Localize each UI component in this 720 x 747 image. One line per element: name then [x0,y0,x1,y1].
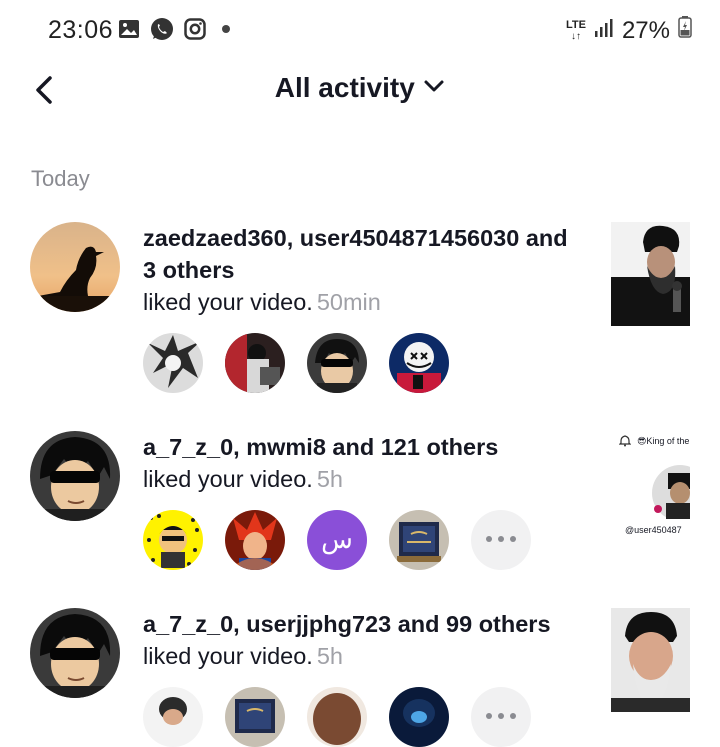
notification-users[interactable]: a_7_z_0, mwmi8 and 121 others [143,431,583,463]
notification-users[interactable]: a_7_z_0, userjjphg723 and 99 others [143,608,583,640]
page-title: All activity [274,72,415,103]
liker-avatars [143,333,449,393]
notification-action: liked your video. 50min [143,286,381,318]
instagram-icon [184,17,206,45]
liker-avatars [143,687,531,747]
dot-icon [216,19,236,44]
timestamp: 5h [316,643,343,669]
video-thumbnail[interactable] [611,222,690,326]
thumbnail-username: @user450487 [625,525,682,535]
status-time: 23:06 [48,16,114,44]
liker-avatars: س [143,510,531,570]
network-label: LTE [565,18,586,31]
liker-avatar[interactable] [389,333,449,393]
notification-action: liked your video. 5h [143,640,343,672]
notification-action: liked your video. 5h [143,463,343,495]
liker-avatar[interactable] [307,687,367,747]
avatar[interactable] [30,608,120,698]
more-likers-button[interactable] [471,510,531,570]
liker-avatar[interactable] [143,687,203,747]
timestamp: 5h [316,466,343,492]
bell-icon [618,434,632,452]
avatar[interactable] [30,431,120,521]
action-text: liked your video. [143,466,313,492]
liker-avatar[interactable]: س [307,510,367,570]
notification-users[interactable]: zaedzaed360, user4504871456030 and 3 oth… [143,222,583,286]
status-icons-left [118,17,236,46]
avatar-initial: س [321,525,353,555]
chevron-down-icon [423,78,445,99]
activity-filter-dropdown[interactable]: All activity [0,72,720,104]
liker-avatar[interactable] [307,333,367,393]
video-thumbnail[interactable]: 😎King of the @user450487 [611,431,690,535]
liker-avatar[interactable] [225,510,285,570]
thumbnail-profile-image [650,463,690,519]
header: All activity [0,62,720,122]
liker-avatar[interactable] [225,333,285,393]
action-text: liked your video. [143,643,313,669]
network-type: LTE ↓↑ [565,18,586,42]
liker-avatar[interactable] [389,510,449,570]
battery-icon [678,16,692,45]
liker-avatar[interactable] [143,333,203,393]
status-bar: 23:06 LTE ↓↑ 27% [0,0,720,62]
video-thumbnail[interactable] [611,608,690,712]
timestamp: 50min [316,289,381,315]
more-likers-button[interactable] [471,687,531,747]
liker-avatar[interactable] [143,510,203,570]
ellipsis-icon [484,531,518,549]
thumbnail-caption: 😎King of the [637,436,690,446]
battery-percent: 27% [621,16,670,44]
ellipsis-icon [484,708,518,726]
liker-avatar[interactable] [389,687,449,747]
section-label-today: Today [31,166,90,191]
gallery-icon [118,19,140,44]
liker-avatar[interactable] [225,687,285,747]
data-arrows-icon: ↓↑ [570,30,581,42]
signal-icon [594,17,614,45]
action-text: liked your video. [143,289,313,315]
status-icons-right: LTE ↓↑ 27% [566,16,692,45]
whatsapp-icon [150,17,174,46]
avatar[interactable] [30,222,120,312]
